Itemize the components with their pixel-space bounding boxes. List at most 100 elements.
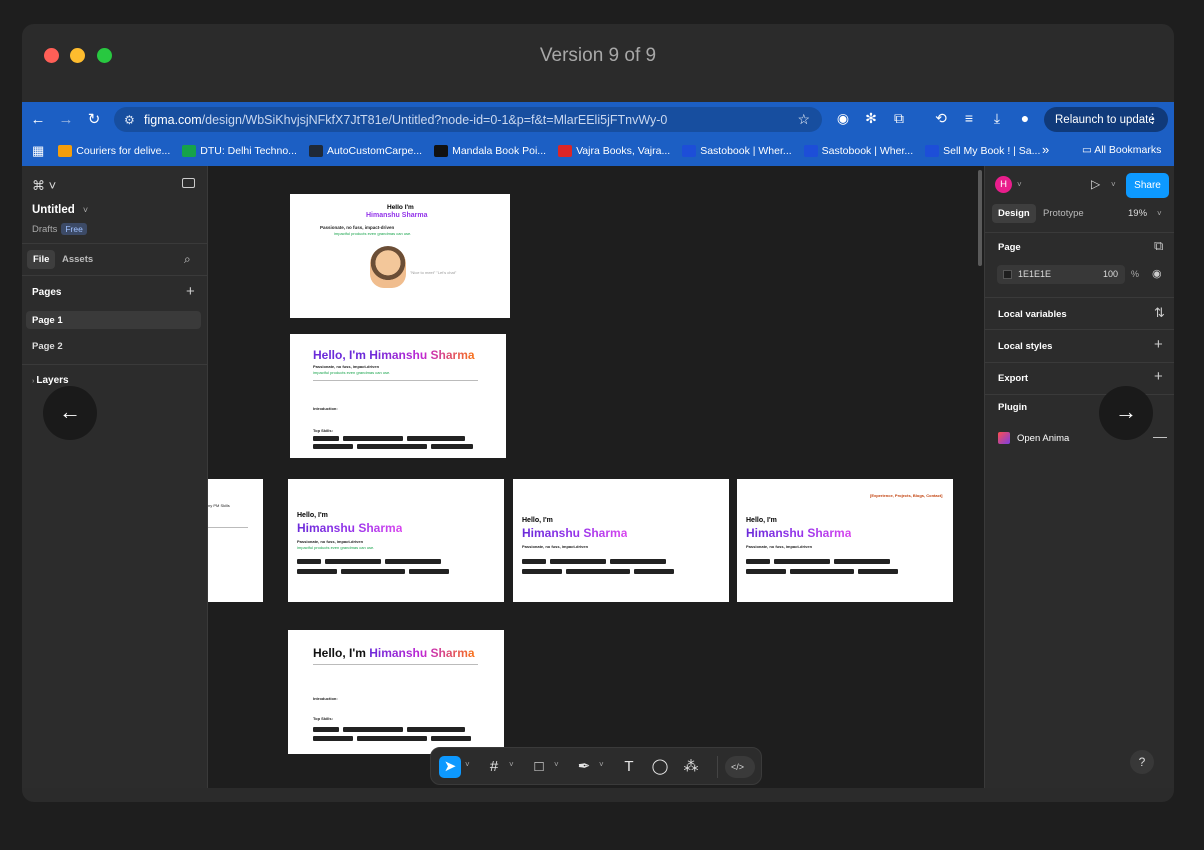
pen-tool-icon[interactable]: ✒ [573,756,595,778]
canvas-frame[interactable]: ny PM Skills [208,479,263,602]
present-play-icon[interactable]: ▷ [1091,177,1100,191]
extensions-puzzle-icon[interactable]: ⧉ [890,110,908,127]
profile-avatar-icon[interactable]: ● [1016,110,1034,126]
dev-mode-toggle[interactable]: </> [725,756,755,778]
add-export-icon[interactable]: + [1154,368,1163,385]
sidebar-toggle-icon[interactable] [182,178,195,188]
design-canvas[interactable]: Hello I'm Himanshu Sharma Passionate, no… [208,166,984,788]
add-style-icon[interactable]: + [1154,336,1163,353]
bookmark-star-icon[interactable]: ☆ [797,111,810,128]
remove-plugin-icon[interactable]: — [1153,428,1167,444]
comment-tool-icon[interactable]: ◯ [649,756,671,778]
color-swatch[interactable] [1003,270,1012,279]
text-tool-icon[interactable]: T [618,756,640,778]
bookmark-item[interactable]: Couriers for delive... [58,145,170,157]
chevron-down-icon[interactable]: ˅ [1111,180,1116,189]
chevron-down-icon[interactable]: ˅ [465,760,470,769]
bookmark-item[interactable]: Vajra Books, Vajra... [558,145,670,157]
frame-tagline-link: impactful products even grandmas can use… [297,545,375,550]
bookmarks-bar: ▦ Couriers for delive... DTU: Delhi Tech… [22,136,1174,166]
canvas-frame[interactable]: Hello, I'm Himanshu Sharma Introduction:… [288,630,504,754]
frame-tool-icon[interactable]: # [483,756,505,778]
apps-grid-icon[interactable]: ▦ [32,143,44,159]
share-button[interactable]: Share [1126,173,1169,198]
bookmark-item[interactable]: DTU: Delhi Techno... [182,145,297,157]
maximize-window-button[interactable] [97,48,112,63]
opacity-value[interactable]: 100 [1103,269,1118,279]
skill-pill [297,569,337,574]
site-settings-icon[interactable]: ⚙ [124,113,144,127]
minimize-window-button[interactable] [70,48,85,63]
tab-assets[interactable]: Assets [62,254,93,265]
plugin-name[interactable]: Open Anima [1017,433,1069,444]
chrome-extension-icon[interactable]: ◉ [834,110,852,127]
page-item[interactable]: Page 2 [32,341,63,352]
more-bookmarks-icon[interactable]: » [1042,142,1049,157]
next-version-button[interactable]: → [1099,386,1153,440]
canvas-frame[interactable]: Hello, I'm Himanshu Sharma Passionate, n… [513,479,729,602]
page-item[interactable]: Page 1 [26,311,201,329]
page-background-color[interactable]: 1E1E1E 100 % [997,265,1139,284]
frame-greeting: Hello I'm [387,204,414,211]
canvas-scrollbar[interactable] [978,170,982,266]
previous-version-button[interactable]: ← [43,386,97,440]
reload-icon[interactable]: ↻ [80,110,108,128]
relaunch-button[interactable]: Relaunch to update ⋮ [1044,107,1168,132]
skill-pill [407,436,465,441]
variables-settings-icon[interactable]: ⇅ [1154,305,1165,321]
skill-pill [634,569,674,574]
zoom-level[interactable]: 19% [1128,208,1147,219]
export-section[interactable]: Export [998,373,1028,384]
file-title[interactable]: Untitled ˅ [32,204,88,216]
hex-value[interactable]: 1E1E1E [1018,269,1051,279]
bookmark-item[interactable]: Sastobook | Wher... [682,145,792,157]
chevron-down-icon[interactable]: ˅ [554,760,559,769]
chevron-down-icon[interactable]: ˅ [1157,209,1162,218]
tab-file[interactable]: File [27,250,56,269]
bookmark-item[interactable]: AutoCustomCarpe... [308,145,422,157]
sync-icon[interactable]: ⟲ [932,110,950,127]
bookmark-item[interactable]: Sastobook | Wher... [803,145,913,157]
skill-pill [407,727,465,732]
skill-pill [409,569,449,574]
canvas-frame[interactable]: Hello, I'm Himanshu Sharma Passionate, n… [290,334,506,458]
address-bar[interactable]: ⚙ figma.com/design/WbSiKhvjsjNFkfX7JtT81… [114,107,822,132]
visibility-eye-icon[interactable]: ◉ [1152,267,1162,280]
ai-extension-icon[interactable]: ✻ [862,110,880,127]
local-styles[interactable]: Local styles [998,341,1052,352]
add-page-icon[interactable]: + [186,283,195,300]
help-button[interactable]: ? [1130,750,1154,774]
bookmark-favicon-icon [182,145,197,157]
all-bookmarks-button[interactable]: ▭ All Bookmarks [1082,144,1161,156]
local-variables[interactable]: Local variables [998,309,1067,320]
more-menu-icon[interactable]: ⋮ [1146,111,1159,127]
skill-pill [610,559,666,564]
back-arrow-icon[interactable]: ← [24,111,52,128]
user-avatar[interactable]: H [995,176,1012,193]
rectangle-tool-icon[interactable]: □ [528,756,550,778]
download-icon[interactable]: ⤓ [988,110,1006,127]
bookmark-favicon-icon [58,145,73,157]
tab-prototype[interactable]: Prototype [1043,208,1084,219]
skill-pill [566,569,630,574]
layers-header[interactable]: › Layers [32,375,69,386]
bookmark-item[interactable]: Sell My Book ! | Sa... [925,145,1040,157]
file-location: Drafts Free [32,223,87,235]
styles-icon[interactable]: ⧉ [1154,238,1163,254]
forward-arrow-icon[interactable]: → [52,111,80,128]
canvas-frame[interactable]: Hello, I'm Himanshu Sharma Passionate, n… [288,479,504,602]
tab-design[interactable]: Design [992,204,1036,223]
media-queue-icon[interactable]: ≡ [960,110,978,126]
chevron-down-icon[interactable]: ˅ [509,760,514,769]
canvas-frame[interactable]: Hello I'm Himanshu Sharma Passionate, no… [290,194,510,318]
bookmark-item[interactable]: Mandala Book Poi... [434,145,546,157]
canvas-frame[interactable]: [Experience, Projects, Blogs, Contact] H… [737,479,953,602]
figma-menu-icon[interactable]: ⌘ ˅ [32,178,56,194]
search-icon[interactable]: ⌕ [184,252,191,267]
divider [208,527,248,528]
close-window-button[interactable] [44,48,59,63]
chevron-down-icon[interactable]: ˅ [1017,180,1022,189]
chevron-down-icon[interactable]: ˅ [599,760,604,769]
move-tool-icon[interactable]: ➤ [439,756,461,778]
actions-tool-icon[interactable]: ⁂ [680,756,702,778]
